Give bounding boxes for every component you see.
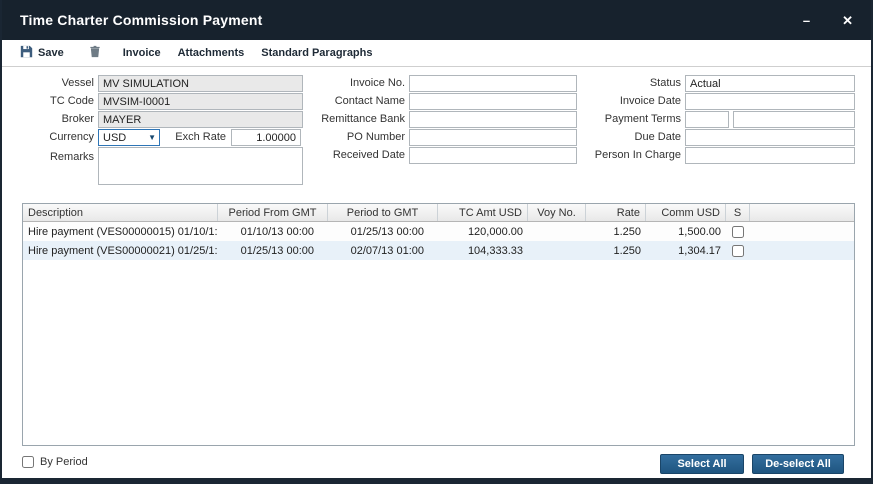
row-select-checkbox[interactable] (732, 226, 744, 238)
person-in-charge-field[interactable] (685, 147, 855, 164)
cell-rate: 1.250 (586, 222, 646, 241)
tc-code-label: TC Code (10, 93, 94, 110)
dialog-window: Time Charter Commission Payment – ✕ Save (0, 0, 873, 484)
cell-period-from: 01/25/13 00:00 (218, 241, 328, 260)
due-date-label: Due Date (571, 129, 681, 146)
due-date-field[interactable] (685, 129, 855, 146)
cell-voy-no (528, 222, 586, 241)
broker-label: Broker (10, 111, 94, 128)
cell-tc-amt: 104,333.33 (438, 241, 528, 260)
header-filler (750, 204, 854, 221)
table-row[interactable]: Hire payment (VES00000015) 01/10/1: 01/1… (23, 222, 854, 241)
standard-paragraphs-button[interactable]: Standard Paragraphs (257, 47, 385, 59)
header-description[interactable]: Description (23, 204, 218, 221)
broker-field (98, 111, 303, 128)
invoice-no-field[interactable] (409, 75, 577, 92)
contact-name-label: Contact Name (302, 93, 405, 110)
invoice-button[interactable]: Invoice (119, 47, 174, 59)
po-number-field[interactable] (409, 129, 577, 146)
cell-comm: 1,304.17 (646, 241, 726, 260)
header-tc-amt[interactable]: TC Amt USD (438, 204, 528, 221)
status-label: Status (571, 75, 681, 92)
table-row[interactable]: Hire payment (VES00000021) 01/25/1: 01/2… (23, 241, 854, 260)
by-period-checkbox[interactable] (22, 456, 34, 468)
deselect-all-button[interactable]: De-select All (752, 454, 844, 474)
currency-value: USD (103, 132, 126, 144)
cell-description: Hire payment (VES00000015) 01/10/1: (23, 222, 218, 241)
minimize-button[interactable]: – (803, 14, 810, 27)
table-header-row: Description Period From GMT Period to GM… (23, 204, 854, 222)
header-voy-no[interactable]: Voy No. (528, 204, 586, 221)
vessel-label: Vessel (10, 75, 94, 92)
select-all-button[interactable]: Select All (660, 454, 744, 474)
invoice-date-label: Invoice Date (571, 93, 681, 110)
form-area: Vessel TC Code Broker Currency USD ▼ Exc… (2, 67, 871, 203)
payment-terms-label: Payment Terms (571, 111, 681, 128)
by-period-label: By Period (40, 456, 88, 468)
cell-period-to: 02/07/13 01:00 (328, 241, 438, 260)
header-comm[interactable]: Comm USD (646, 204, 726, 221)
received-date-label: Received Date (302, 147, 405, 164)
invoice-no-label: Invoice No. (302, 75, 405, 92)
save-icon (20, 45, 33, 61)
remittance-bank-field[interactable] (409, 111, 577, 128)
status-field[interactable] (685, 75, 855, 92)
chevron-down-icon: ▼ (148, 134, 156, 142)
cell-tc-amt: 120,000.00 (438, 222, 528, 241)
currency-select[interactable]: USD ▼ (98, 129, 160, 146)
save-button[interactable]: Save (16, 45, 77, 61)
remittance-bank-label: Remittance Bank (302, 111, 405, 128)
page-title: Time Charter Commission Payment (20, 12, 262, 28)
payment-terms-field-2[interactable] (733, 111, 855, 128)
vessel-field (98, 75, 303, 92)
cell-comm: 1,500.00 (646, 222, 726, 241)
payment-terms-field-1[interactable] (685, 111, 729, 128)
header-period-from[interactable]: Period From GMT (218, 204, 328, 221)
cell-description: Hire payment (VES00000021) 01/25/1: (23, 241, 218, 260)
toolbar: Save Invoice Attachments Standard Paragr… (2, 40, 871, 67)
remarks-label: Remarks (10, 149, 94, 166)
invoice-date-field[interactable] (685, 93, 855, 110)
footer-bar: By Period Select All De-select All (2, 446, 871, 478)
header-rate[interactable]: Rate (586, 204, 646, 221)
attachments-button[interactable]: Attachments (174, 47, 258, 59)
cell-period-from: 01/10/13 00:00 (218, 222, 328, 241)
po-number-label: PO Number (302, 129, 405, 146)
cell-voy-no (528, 241, 586, 260)
person-in-charge-label: Person In Charge (571, 147, 681, 164)
trash-icon (89, 45, 101, 61)
remarks-field[interactable] (98, 147, 303, 185)
header-select[interactable]: S (726, 204, 750, 221)
close-button[interactable]: ✕ (842, 14, 853, 27)
exch-rate-field[interactable] (231, 129, 301, 146)
delete-button[interactable] (77, 45, 119, 61)
commission-table: Description Period From GMT Period to GM… (22, 203, 855, 446)
currency-label: Currency (10, 129, 94, 146)
title-bar: Time Charter Commission Payment – ✕ (2, 0, 871, 40)
row-select-checkbox[interactable] (732, 245, 744, 257)
tc-code-field (98, 93, 303, 110)
contact-name-field[interactable] (409, 93, 577, 110)
exch-rate-label: Exch Rate (162, 129, 226, 146)
received-date-field[interactable] (409, 147, 577, 164)
header-period-to[interactable]: Period to GMT (328, 204, 438, 221)
cell-period-to: 01/25/13 00:00 (328, 222, 438, 241)
cell-rate: 1.250 (586, 241, 646, 260)
